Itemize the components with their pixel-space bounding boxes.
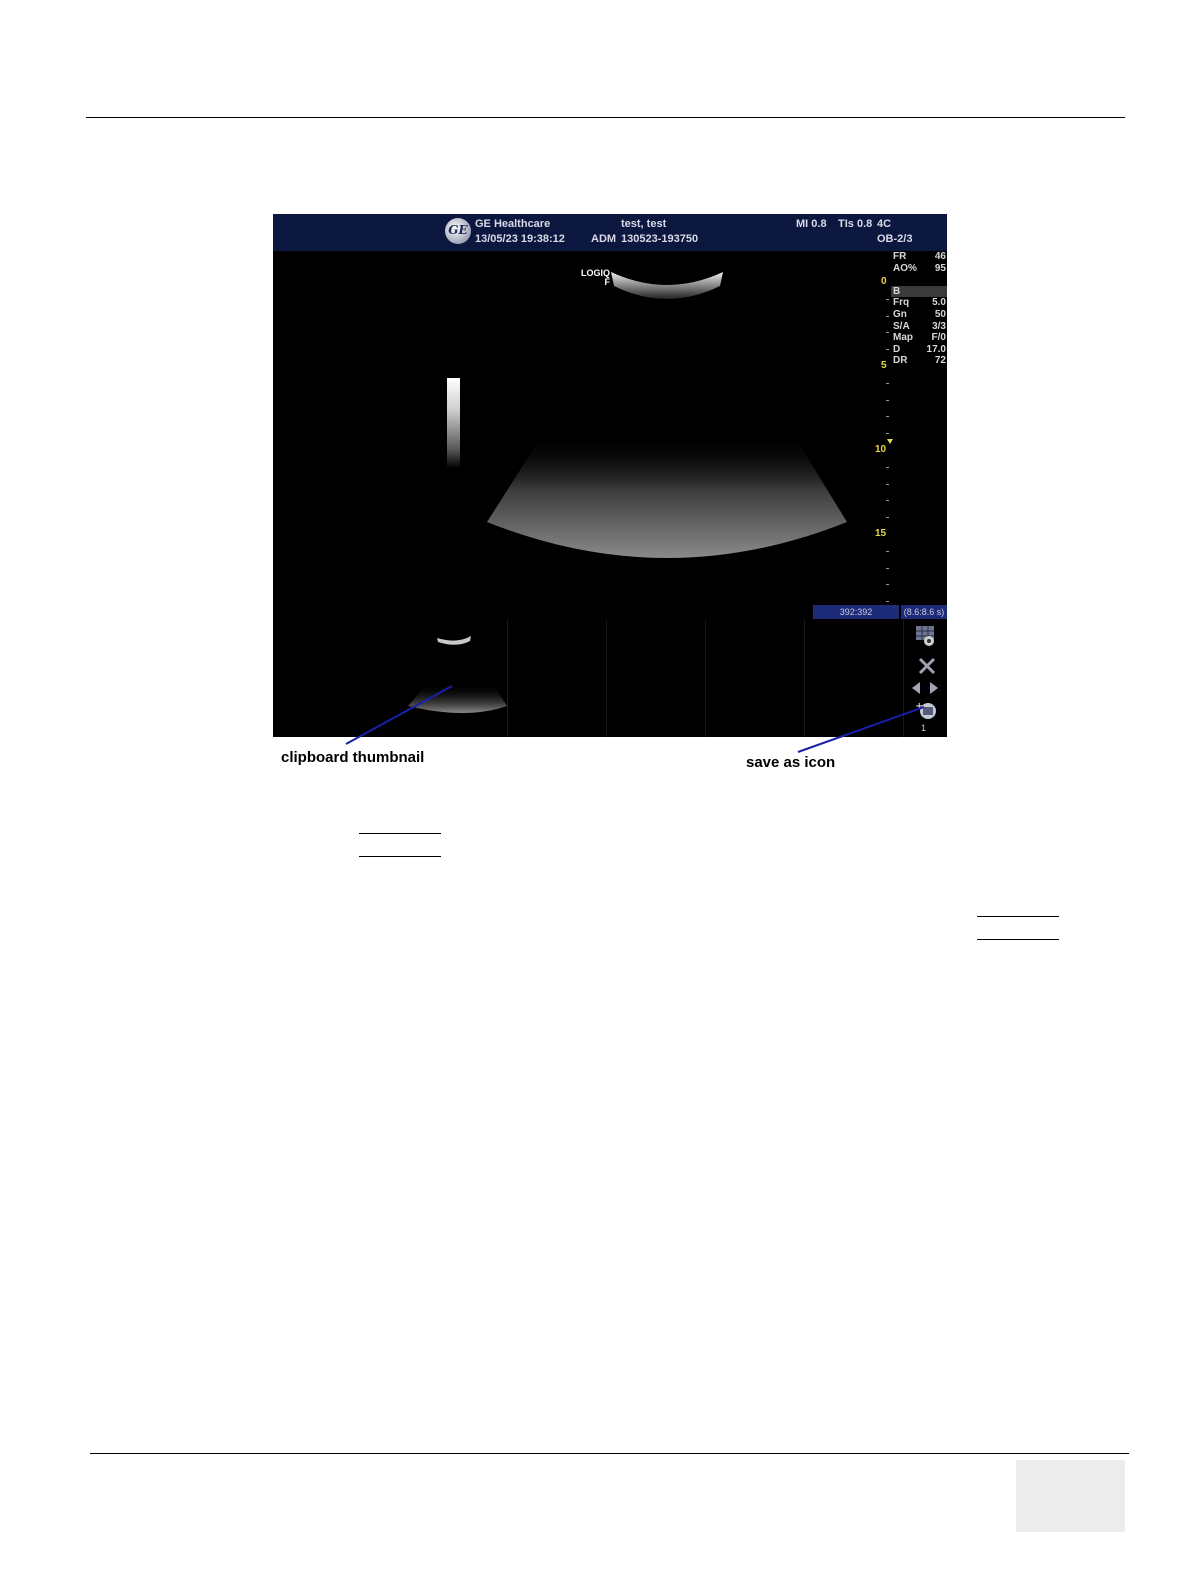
save-as-pointer-line [797, 706, 925, 753]
clipboard-pointer-line [345, 685, 453, 745]
underline-mark [977, 916, 1059, 917]
underline-mark [359, 833, 441, 834]
underline-mark [359, 856, 441, 857]
callout-pointers [345, 685, 925, 753]
underline-mark [977, 939, 1059, 940]
page-number-box [1016, 1460, 1125, 1532]
caption-save-as-icon: save as icon [746, 754, 836, 771]
caption-clipboard-thumbnail: clipboard thumbnail [281, 749, 425, 766]
